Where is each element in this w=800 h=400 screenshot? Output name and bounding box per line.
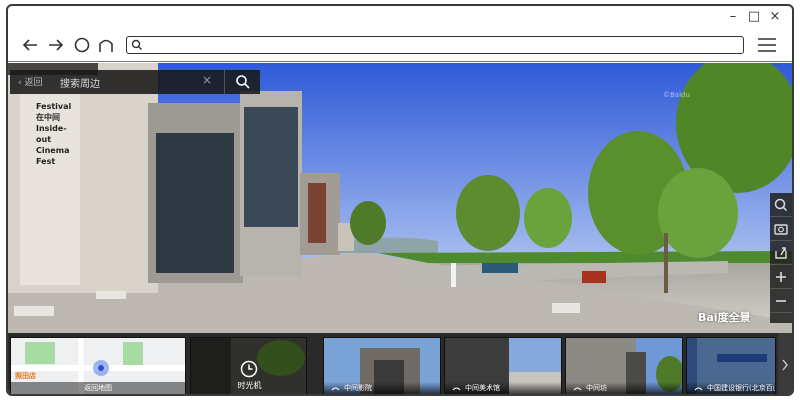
place-caption: 中间美术馆 [445, 382, 561, 394]
tool-search-button[interactable] [770, 193, 792, 217]
refresh-icon[interactable] [72, 35, 92, 55]
place-caption: 中国建设银行(北京百山路 [687, 382, 775, 394]
clock-icon [240, 360, 258, 378]
street-view-viewport[interactable]: Festival 在中间 Inside-out Cinema Fest ‹ 返回… [8, 63, 792, 394]
back-arrow-icon[interactable] [20, 35, 40, 55]
home-icon[interactable] [96, 35, 116, 55]
close-button[interactable]: × [766, 8, 784, 26]
clear-search-button[interactable]: × [202, 73, 212, 87]
panorama-image[interactable] [8, 63, 792, 333]
map-pin-label: 照田店 [15, 372, 36, 380]
chevron-right-icon [782, 359, 788, 371]
camera-icon [774, 224, 788, 235]
search-icon [774, 198, 788, 212]
tool-rail [770, 193, 792, 323]
title-bar: – □ × [8, 6, 792, 28]
search-icon [131, 39, 142, 50]
map-thumbnail[interactable]: 照田店 返回地图 [10, 337, 186, 394]
place-caption: 中间坊 [566, 382, 682, 394]
brand-cn: 度全景 [717, 311, 751, 324]
place-caption-text: 中间影院 [344, 384, 372, 392]
place-thumbnail[interactable]: 中国建设银行(北京百山路 [686, 337, 776, 394]
search-overlay: ‹ 返回 搜索周边 × [10, 70, 260, 94]
zoom-out-button[interactable] [770, 289, 792, 313]
watermark: ©Baidu [663, 91, 690, 99]
back-to-map-button[interactable]: 返回地图 [11, 382, 185, 394]
search-icon [236, 75, 250, 89]
search-button[interactable] [224, 70, 260, 94]
place-caption-text: 中国建设银行(北京百山路 [707, 384, 775, 392]
hamburger-icon[interactable] [756, 35, 778, 55]
navigation-bar [8, 28, 792, 62]
search-input[interactable]: 搜索周边 [60, 75, 100, 90]
panorama-icon [694, 387, 703, 391]
back-label: 返回 [24, 78, 43, 88]
filmstrip-scroll-button[interactable] [778, 333, 792, 394]
minimize-button[interactable]: – [724, 8, 742, 26]
panorama-icon [331, 387, 340, 391]
place-thumbnail[interactable]: 中间坊 [565, 337, 683, 394]
forward-arrow-icon[interactable] [46, 35, 66, 55]
place-caption-text: 中间坊 [586, 384, 607, 392]
share-icon [775, 247, 787, 259]
zoom-in-button[interactable] [770, 265, 792, 289]
time-machine-label: 时光机 [237, 381, 262, 390]
panorama-icon [452, 387, 461, 391]
tool-share-button[interactable] [770, 241, 792, 265]
baidu-panorama-logo: Bai度全景 [698, 309, 751, 325]
place-caption: 中间影院 [324, 382, 440, 394]
tool-camera-button[interactable] [770, 217, 792, 241]
back-link[interactable]: ‹ 返回 [18, 75, 42, 88]
minus-icon [776, 300, 786, 302]
place-caption-text: 中间美术馆 [465, 384, 500, 392]
time-machine-thumbnail[interactable]: 时光机 [190, 337, 307, 394]
address-bar[interactable] [126, 36, 744, 54]
festival-banner-text: Festival 在中间 Inside-out Cinema Fest [36, 102, 72, 166]
place-thumbnail[interactable]: 中间美术馆 [444, 337, 562, 394]
maximize-button[interactable]: □ [745, 8, 763, 26]
panorama-icon [573, 387, 582, 391]
place-thumbnail[interactable]: 中间影院 [323, 337, 441, 394]
browser-window: – □ × Festival 在中间 Inside-out Cinema Fes… [6, 4, 794, 396]
filmstrip: 照田店 返回地图 时光机 中间影院 中间美术馆 中间坊 中国建设银行(北京百 [8, 333, 792, 394]
brand-en: Bai [698, 311, 718, 324]
plus-icon [776, 272, 786, 282]
